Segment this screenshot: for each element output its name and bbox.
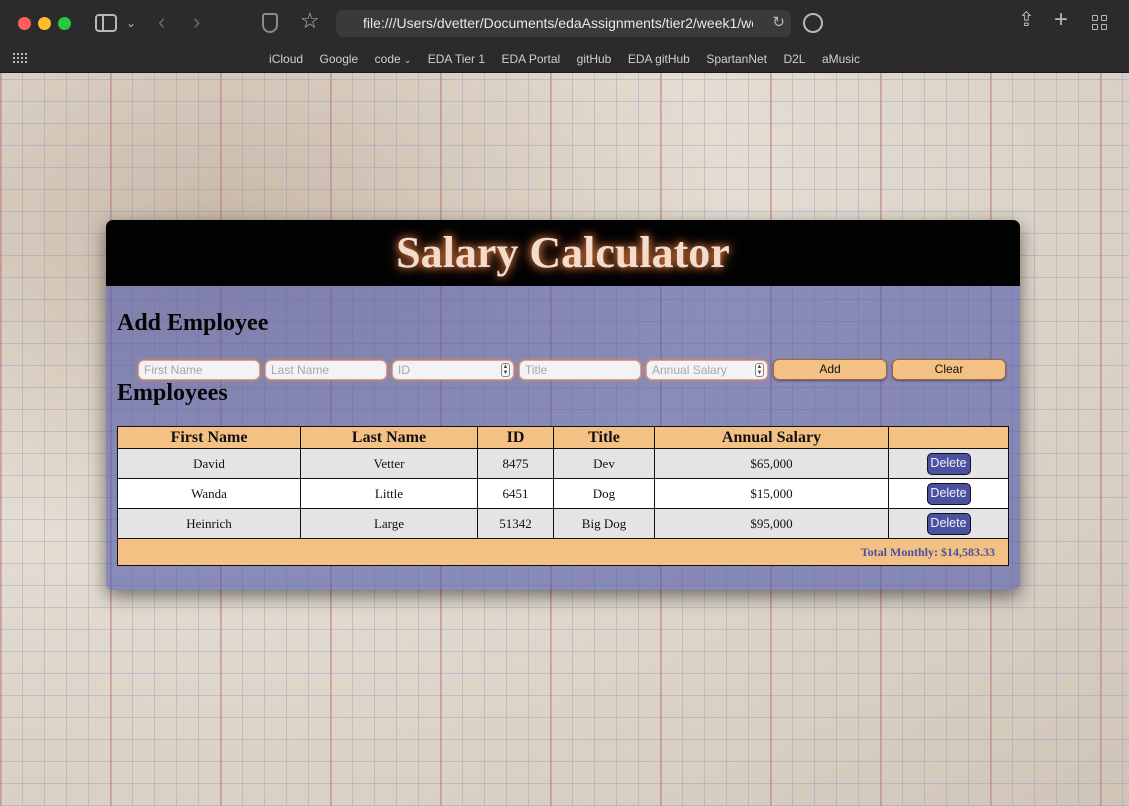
column-header-last-name: Last Name bbox=[300, 426, 478, 449]
total-monthly: Total Monthly: $14,583.33 bbox=[117, 538, 1009, 566]
new-tab-icon[interactable]: + bbox=[1054, 8, 1068, 32]
id-placeholder: ID bbox=[398, 363, 410, 377]
table-row: Heinrich Large 51342 Big Dog $95,000 Del… bbox=[117, 508, 1009, 539]
cell-title: Big Dog bbox=[553, 508, 655, 539]
clear-button[interactable]: Clear bbox=[892, 359, 1006, 380]
tab-overview-icon[interactable] bbox=[1092, 15, 1108, 31]
chevron-down-icon: ⌄ bbox=[403, 55, 412, 65]
delete-button[interactable]: Delete bbox=[926, 512, 971, 535]
back-icon[interactable]: ‹ bbox=[158, 11, 165, 33]
id-input[interactable]: ID ▲ ▼ bbox=[392, 360, 514, 380]
cell-annual-salary: $15,000 bbox=[654, 478, 889, 509]
title-input[interactable]: Title bbox=[519, 360, 641, 380]
column-header-actions bbox=[888, 426, 1009, 449]
table-row: David Vetter 8475 Dev $65,000 Delete bbox=[117, 448, 1009, 479]
share-icon[interactable]: ⇪ bbox=[1018, 10, 1035, 30]
bookmark-code-label: code bbox=[374, 52, 401, 66]
bookmark-spartannet[interactable]: SpartanNet bbox=[706, 52, 767, 66]
spinner-down-icon: ▼ bbox=[502, 370, 509, 376]
title-placeholder: Title bbox=[525, 363, 548, 377]
bookmark-eda-github[interactable]: EDA gitHub bbox=[628, 52, 690, 66]
table-header-row: First Name Last Name ID Title Annual Sal… bbox=[117, 426, 1009, 449]
last-name-input[interactable]: Last Name bbox=[265, 360, 387, 380]
annual-salary-placeholder: Annual Salary bbox=[652, 363, 727, 377]
employees-heading: Employees bbox=[117, 380, 228, 406]
spinner-down-icon: ▼ bbox=[756, 370, 763, 376]
number-spinner[interactable]: ▲ ▼ bbox=[755, 363, 764, 377]
cell-title: Dog bbox=[553, 478, 655, 509]
browser-toolbar: ⌄ ‹ › ☆ file:///Users/dvetter/Documents/… bbox=[0, 0, 1129, 73]
table-row: Wanda Little 6451 Dog $15,000 Delete bbox=[117, 478, 1009, 509]
cell-annual-salary: $95,000 bbox=[654, 508, 889, 539]
cell-id: 6451 bbox=[477, 478, 554, 509]
employees-table: First Name Last Name ID Title Annual Sal… bbox=[117, 426, 1009, 566]
chevron-down-icon[interactable]: ⌄ bbox=[126, 13, 136, 33]
cell-actions: Delete bbox=[888, 508, 1009, 539]
privacy-shield-icon[interactable] bbox=[262, 13, 278, 33]
delete-button[interactable]: Delete bbox=[926, 482, 971, 505]
cell-last-name: Large bbox=[300, 508, 478, 539]
cell-title: Dev bbox=[553, 448, 655, 479]
bookmarks-bar: iCloud Google code ⌄ EDA Tier 1 EDA Porta… bbox=[0, 50, 1129, 68]
zoom-window-button[interactable] bbox=[58, 17, 71, 30]
cell-id: 51342 bbox=[477, 508, 554, 539]
column-header-title: Title bbox=[553, 426, 655, 449]
cell-first-name: Wanda bbox=[117, 478, 301, 509]
address-bar[interactable]: file:///Users/dvetter/Documents/edaAssig… bbox=[336, 10, 791, 37]
star-icon[interactable]: ☆ bbox=[300, 10, 320, 32]
column-header-annual-salary: Annual Salary bbox=[654, 426, 889, 449]
close-window-button[interactable] bbox=[18, 17, 31, 30]
minimize-window-button[interactable] bbox=[38, 17, 51, 30]
url-text: file:///Users/dvetter/Documents/edaAssig… bbox=[363, 15, 753, 31]
cell-annual-salary: $65,000 bbox=[654, 448, 889, 479]
column-header-first-name: First Name bbox=[117, 426, 301, 449]
forward-icon[interactable]: › bbox=[193, 11, 200, 33]
bookmark-code-folder[interactable]: code ⌄ bbox=[375, 52, 412, 66]
first-name-placeholder: First Name bbox=[144, 363, 203, 377]
delete-button[interactable]: Delete bbox=[926, 452, 971, 475]
bookmark-eda-portal[interactable]: EDA Portal bbox=[502, 52, 561, 66]
cell-last-name: Little bbox=[300, 478, 478, 509]
cell-actions: Delete bbox=[888, 478, 1009, 509]
sidebar-toggle-icon[interactable] bbox=[95, 14, 117, 32]
bookmark-d2l[interactable]: D2L bbox=[783, 52, 805, 66]
first-name-input[interactable]: First Name bbox=[138, 360, 260, 380]
salary-calculator-panel: Salary Calculator Add Employee First Nam… bbox=[106, 220, 1020, 590]
table-footer-row: Total Monthly: $14,583.33 bbox=[117, 538, 1009, 566]
page-title: Salary Calculator bbox=[396, 228, 730, 277]
annual-salary-input[interactable]: Annual Salary ▲ ▼ bbox=[646, 360, 768, 380]
app-header: Salary Calculator bbox=[106, 220, 1020, 286]
add-button[interactable]: Add bbox=[773, 359, 887, 380]
bookmark-google[interactable]: Google bbox=[320, 52, 359, 66]
page-background: Salary Calculator Add Employee First Nam… bbox=[0, 73, 1129, 806]
cell-id: 8475 bbox=[477, 448, 554, 479]
reload-icon[interactable]: ↻ bbox=[772, 13, 785, 31]
bookmark-icloud[interactable]: iCloud bbox=[269, 52, 303, 66]
column-header-id: ID bbox=[477, 426, 554, 449]
cell-first-name: David bbox=[117, 448, 301, 479]
cell-last-name: Vetter bbox=[300, 448, 478, 479]
cell-first-name: Heinrich bbox=[117, 508, 301, 539]
history-icon[interactable] bbox=[803, 13, 823, 33]
add-employee-heading: Add Employee bbox=[117, 310, 269, 336]
number-spinner[interactable]: ▲ ▼ bbox=[501, 363, 510, 377]
cell-actions: Delete bbox=[888, 448, 1009, 479]
bookmark-amusic[interactable]: aMusic bbox=[822, 52, 860, 66]
bookmark-eda-tier-1[interactable]: EDA Tier 1 bbox=[428, 52, 485, 66]
bookmark-github[interactable]: gitHub bbox=[577, 52, 612, 66]
last-name-placeholder: Last Name bbox=[271, 363, 330, 377]
